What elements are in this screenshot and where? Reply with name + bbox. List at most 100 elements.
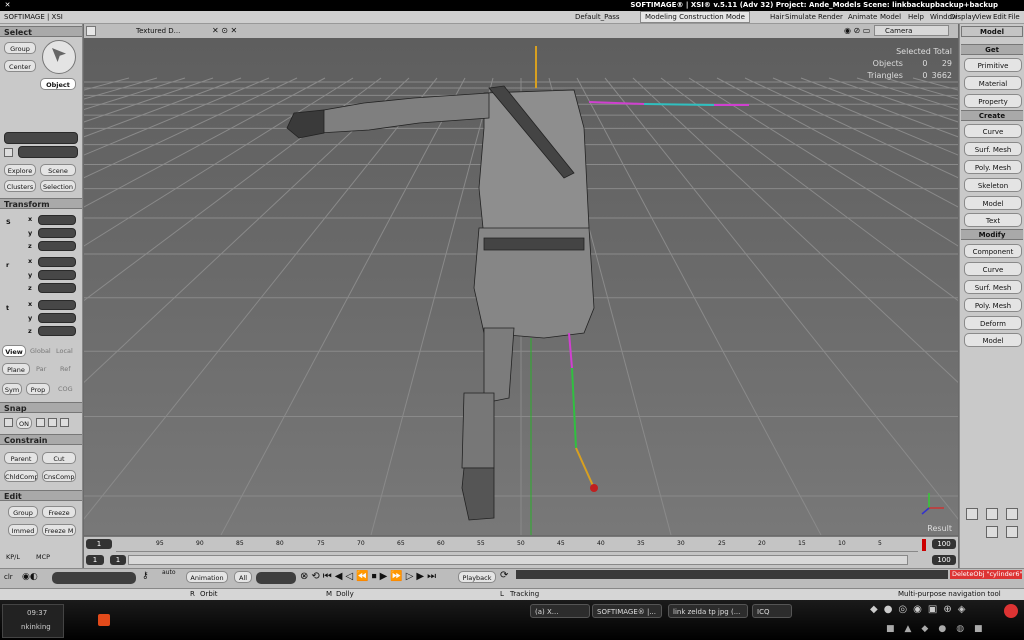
get-property-button[interactable]: Property — [964, 94, 1022, 108]
layout-icon-4[interactable] — [986, 526, 998, 538]
select-arrow-tool[interactable] — [42, 40, 76, 74]
translate-x-label[interactable]: x — [28, 300, 32, 308]
key-icon[interactable]: ⚷ — [142, 571, 149, 581]
create-poly-mesh-button[interactable]: Poly. Mesh — [964, 160, 1022, 174]
parent-button[interactable]: Parent — [4, 452, 38, 464]
firefox-icon[interactable] — [98, 614, 110, 626]
taskbar-item-1[interactable]: (a) X... — [530, 604, 590, 618]
animation-button[interactable]: Animation — [186, 571, 228, 583]
sym-button[interactable]: Sym — [2, 383, 22, 395]
rotate-x-label[interactable]: x — [28, 257, 32, 265]
scale-z-label[interactable]: z — [28, 242, 32, 250]
rotate-x-field[interactable] — [38, 257, 76, 267]
scale-x-label[interactable]: x — [28, 215, 32, 223]
modify-model-button[interactable]: Model — [964, 333, 1022, 347]
loop-icon[interactable]: ⟳ — [500, 570, 508, 581]
chldcomp-button[interactable]: ChldComp — [4, 470, 38, 482]
palette-icons[interactable] — [966, 508, 1020, 552]
edit-section-header[interactable]: Edit — [0, 490, 82, 501]
frame-field[interactable] — [256, 572, 296, 584]
create-skeleton-button[interactable]: Skeleton — [964, 178, 1022, 192]
object-button[interactable]: Object — [40, 78, 76, 90]
center-button[interactable]: Center — [4, 60, 36, 72]
viewport-view-icons[interactable]: ◉ ⊘ ▭ — [844, 26, 870, 35]
timeline-start-field[interactable]: 1 — [86, 539, 112, 549]
immed-button[interactable]: Immed — [8, 524, 38, 536]
snap-point-icon[interactable] — [36, 418, 45, 427]
rotate-z-field[interactable] — [38, 283, 76, 293]
range-slider[interactable] — [128, 555, 908, 565]
modify-poly-mesh-button[interactable]: Poly. Mesh — [964, 298, 1022, 312]
menu-animate[interactable]: Animate — [848, 11, 877, 23]
range-start-field[interactable]: 1 — [86, 555, 104, 565]
playback-button[interactable]: Playback — [458, 571, 496, 583]
plane-ref-button[interactable]: Plane — [2, 363, 30, 375]
rotate-y-label[interactable]: y — [28, 271, 32, 279]
rotate-key-label[interactable]: r — [6, 261, 9, 269]
get-section-header[interactable]: Get — [961, 44, 1023, 55]
group-button[interactable]: Group — [4, 42, 36, 54]
quick-launch-icons[interactable]: ■▲◆●◍■ — [886, 624, 993, 634]
ref-option[interactable]: Ref — [60, 365, 71, 373]
view-ref-button[interactable]: View — [2, 345, 26, 357]
pass-select[interactable]: Default_Pass — [575, 11, 620, 23]
edit-group-button[interactable]: Group — [8, 506, 38, 518]
cut-button[interactable]: Cut — [42, 452, 76, 464]
layout-icon-5[interactable] — [1006, 526, 1018, 538]
rotate-y-field[interactable] — [38, 270, 76, 280]
scene-button[interactable]: Scene — [40, 164, 76, 176]
cog-option[interactable]: COG — [58, 385, 73, 393]
scale-key-label[interactable]: S — [6, 218, 11, 226]
selection-field[interactable] — [4, 132, 78, 144]
snap-on-button[interactable]: ON — [16, 417, 32, 429]
modify-section-header[interactable]: Modify — [961, 229, 1023, 240]
create-model-button[interactable]: Model — [964, 196, 1022, 210]
menu-render[interactable]: Render — [818, 11, 843, 23]
translate-z-field[interactable] — [38, 326, 76, 336]
timeline-end-field[interactable]: 100 — [932, 539, 956, 549]
translate-key-label[interactable]: t — [6, 304, 9, 312]
constrain-section-header[interactable]: Constrain — [0, 434, 82, 445]
scale-z-field[interactable] — [38, 241, 76, 251]
record-icons[interactable]: ◉◐ — [22, 572, 38, 582]
range-start-value[interactable]: 1 — [110, 555, 126, 565]
menu-hair[interactable]: Hair — [770, 11, 784, 23]
get-material-button[interactable]: Material — [964, 76, 1022, 90]
scale-x-field[interactable] — [38, 215, 76, 225]
range-end-field[interactable]: 100 — [932, 555, 956, 565]
menu-view[interactable]: View — [975, 11, 992, 23]
translate-x-field[interactable] — [38, 300, 76, 310]
mcp-tab[interactable]: MCP — [36, 553, 50, 561]
translate-z-label[interactable]: z — [28, 327, 32, 335]
menu-display[interactable]: Display — [950, 11, 976, 23]
par-ref-option[interactable]: Par — [36, 365, 46, 373]
menu-edit[interactable]: Edit — [993, 11, 1007, 23]
timeline[interactable]: 1 95 90 85 80 75 70 65 60 55 50 45 40 35 30 25 20 15 10 5 … — [84, 536, 958, 569]
key-value-field[interactable] — [52, 572, 136, 584]
camera-select[interactable]: Camera — [874, 25, 949, 36]
script-command-line[interactable] — [516, 570, 948, 579]
timeline-ruler[interactable]: 95 90 85 80 75 70 65 60 55 50 45 40 35 30 25 20 15 10 5 — [116, 539, 918, 552]
taskbar-item-zelda[interactable]: link zelda tp jpg (... — [668, 604, 748, 618]
close-icon[interactable]: ✕ — [3, 1, 12, 10]
create-section-header[interactable]: Create — [961, 110, 1023, 121]
prop-button[interactable]: Prop — [26, 383, 50, 395]
auto-key-button[interactable]: auto — [162, 569, 176, 576]
scale-y-field[interactable] — [38, 228, 76, 238]
create-surf-mesh-button[interactable]: Surf. Mesh — [964, 142, 1022, 156]
taskbar-item-softimage[interactable]: SOFTIMAGE® |... — [592, 604, 662, 618]
transport-controls[interactable]: ⊗⟲⏮◀◁⏪⏹▶⏩▷▶⏭ — [300, 571, 439, 582]
selection-filter-field[interactable] — [18, 146, 78, 158]
select-section-header[interactable]: Select — [0, 26, 82, 37]
construction-mode-select[interactable]: Modeling Construction Mode — [640, 11, 750, 23]
explore-button[interactable]: Explore — [4, 164, 36, 176]
modify-component-button[interactable]: Component — [964, 244, 1022, 258]
snap-grid-icon[interactable] — [4, 418, 13, 427]
start-orb-icon[interactable] — [1004, 604, 1018, 618]
playhead-marker[interactable] — [922, 539, 926, 551]
all-button[interactable]: All — [234, 571, 252, 583]
layout-icon-2[interactable] — [986, 508, 998, 520]
layout-icon-3[interactable] — [1006, 508, 1018, 520]
modify-surf-mesh-button[interactable]: Surf. Mesh — [964, 280, 1022, 294]
viewport-icons[interactable]: ✕ ⊙ ✕ — [212, 26, 237, 35]
